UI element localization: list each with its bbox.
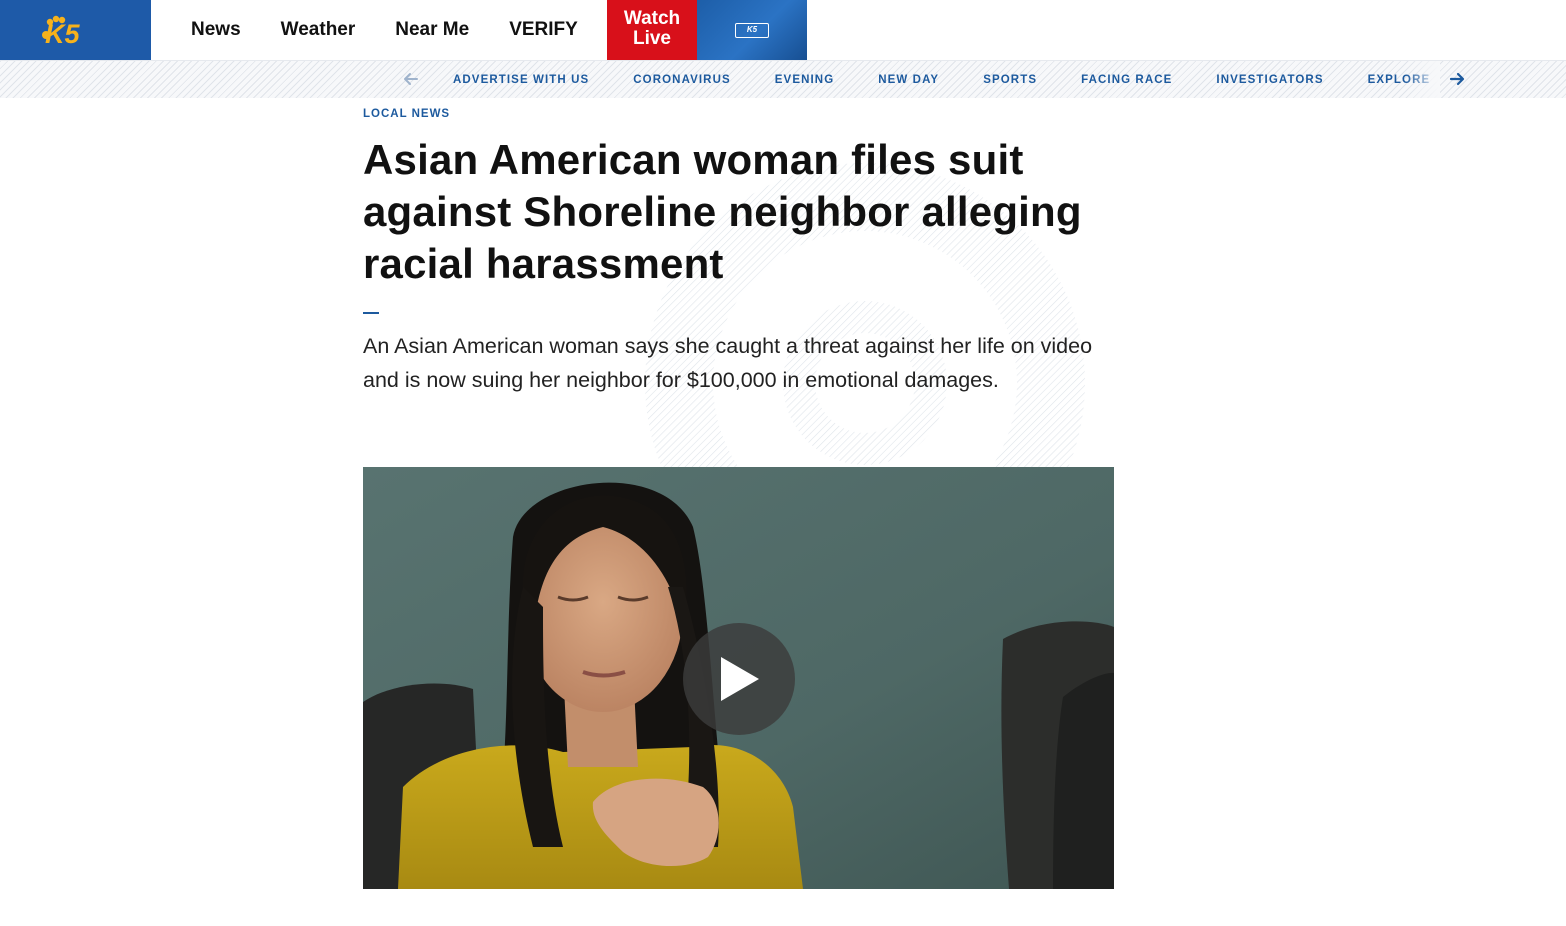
- watch-live-line1: Watch: [623, 8, 681, 29]
- nav-near-me[interactable]: Near Me: [375, 0, 489, 60]
- svg-text:K5: K5: [45, 19, 80, 47]
- article: LOCAL NEWS Asian American woman files su…: [363, 108, 1123, 397]
- subnav-new-day[interactable]: NEW DAY: [856, 74, 961, 86]
- subnav-facing-race[interactable]: FACING RACE: [1059, 74, 1194, 86]
- subnav-sports[interactable]: SPORTS: [961, 74, 1059, 86]
- article-category[interactable]: LOCAL NEWS: [363, 108, 1123, 120]
- play-icon: [721, 657, 759, 701]
- primary-nav: News Weather Near Me VERIFY: [151, 0, 598, 60]
- watch-live-button[interactable]: Watch Live: [607, 0, 697, 60]
- article-headline: Asian American woman files suit against …: [363, 136, 1082, 287]
- nav-weather[interactable]: Weather: [261, 0, 376, 60]
- nav-news[interactable]: News: [151, 0, 261, 60]
- subnav-investigators[interactable]: INVESTIGATORS: [1194, 74, 1345, 86]
- secondary-nav: ADVERTISE WITH US CORONAVIRUS EVENING NE…: [0, 60, 1566, 98]
- live-thumbnail-badge: K5: [735, 22, 769, 38]
- k5-logo-icon: K5: [41, 15, 80, 47]
- secondary-nav-items: ADVERTISE WITH US CORONAVIRUS EVENING NE…: [431, 61, 1431, 98]
- subnav-coronavirus[interactable]: CORONAVIRUS: [611, 74, 753, 86]
- site-logo[interactable]: K5: [0, 0, 151, 60]
- article-summary: An Asian American woman says she caught …: [363, 334, 1093, 392]
- subnav-evening[interactable]: EVENING: [753, 74, 856, 86]
- site-header: K5 News Weather Near Me VERIFY Watch Liv…: [0, 0, 1566, 60]
- live-stream-thumbnail[interactable]: K5: [697, 0, 807, 60]
- arrow-right-icon[interactable]: [1448, 70, 1466, 88]
- nav-verify[interactable]: VERIFY: [489, 0, 598, 60]
- watch-live-line2: Live: [632, 28, 672, 49]
- arrow-left-icon[interactable]: [402, 70, 420, 88]
- headline-divider: [363, 312, 379, 314]
- video-player[interactable]: [363, 467, 1114, 889]
- subnav-fade: [1405, 61, 1440, 98]
- play-button[interactable]: [683, 623, 795, 735]
- subnav-advertise[interactable]: ADVERTISE WITH US: [431, 74, 611, 86]
